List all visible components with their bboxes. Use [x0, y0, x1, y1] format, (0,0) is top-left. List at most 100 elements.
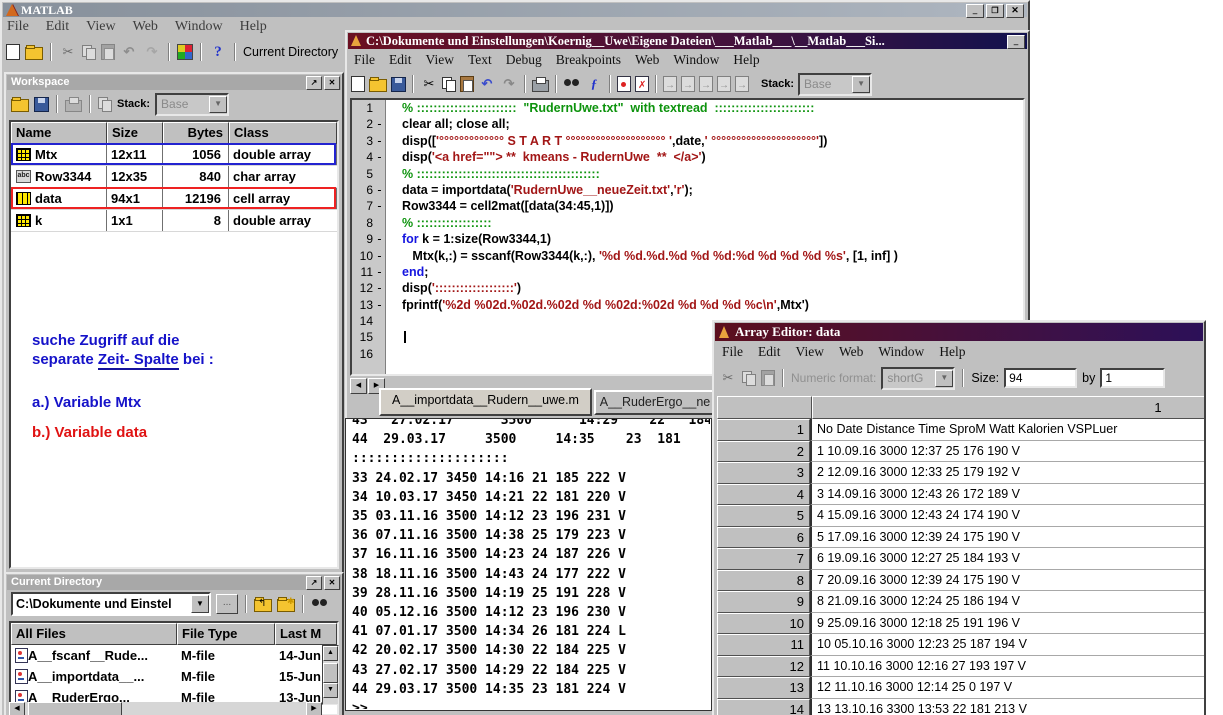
step-out-icon[interactable]: [699, 76, 713, 92]
workspace-row[interactable]: Mtx12x111056double array: [11, 144, 337, 166]
save-workspace-icon[interactable]: [34, 97, 49, 112]
command-window[interactable]: 43 27.02.17 3500 14:29 22 18444 29.03.17…: [345, 418, 712, 711]
row-header[interactable]: 3: [717, 462, 810, 484]
row-header[interactable]: 7: [717, 548, 810, 570]
column-header-name[interactable]: Name: [11, 122, 107, 144]
file-row[interactable]: A__fscanf__Rude...M-file14-Jun: [11, 645, 337, 666]
editor-tab-inactive[interactable]: A__RuderErgo__ne: [594, 390, 716, 415]
menu-breakpoints[interactable]: Breakpoints: [556, 52, 621, 68]
undo-icon[interactable]: [478, 76, 496, 92]
clear-breakpoints-icon[interactable]: [635, 76, 649, 92]
row-header[interactable]: 8: [717, 570, 810, 592]
menu-help[interactable]: Help: [733, 52, 759, 68]
menu-window[interactable]: Window: [673, 52, 719, 68]
paste-icon[interactable]: [761, 370, 775, 386]
cut-icon[interactable]: [719, 370, 737, 386]
close-button[interactable]: [1006, 4, 1024, 18]
column-header-all-files[interactable]: All Files: [11, 623, 177, 645]
cell-value[interactable]: 6 19.09.16 3000 12:27 25 184 193 V: [810, 548, 1204, 570]
chevron-down-icon[interactable]: ▼: [209, 96, 227, 113]
column-header-last-modified[interactable]: Last M: [275, 623, 337, 645]
load-workspace-icon[interactable]: [11, 99, 29, 112]
scroll-left-icon[interactable]: ◀: [9, 702, 25, 715]
menu-window[interactable]: Window: [878, 344, 924, 360]
copy-icon[interactable]: [442, 77, 456, 91]
exit-debug-icon[interactable]: [735, 76, 749, 92]
scrollbar-thumb[interactable]: [28, 702, 122, 715]
cell-value[interactable]: 2 12.09.16 3000 12:33 25 179 192 V: [810, 462, 1204, 484]
array-editor-title-bar[interactable]: Array Editor: data: [715, 323, 1203, 341]
chevron-down-icon[interactable]: ▼: [191, 595, 209, 613]
row-header[interactable]: 5: [717, 505, 810, 527]
menu-debug[interactable]: Debug: [506, 52, 542, 68]
editor-title-bar[interactable]: C:\Dokumente und Einstellungen\Koernig__…: [348, 33, 1027, 49]
menu-web[interactable]: Web: [839, 344, 863, 360]
code-line[interactable]: 7-Row3344 = cell2mat([data(34:45,1)]): [352, 198, 1023, 214]
code-line[interactable]: 8% ::::::::::::::::::: [352, 215, 1023, 231]
cell-value[interactable]: 7 20.09.16 3000 12:39 24 175 190 V: [810, 570, 1204, 592]
set-breakpoint-icon[interactable]: [617, 76, 631, 92]
menu-edit[interactable]: Edit: [46, 19, 69, 35]
undock-icon[interactable]: [306, 76, 322, 90]
open-file-icon[interactable]: [369, 79, 387, 92]
new-folder-icon[interactable]: [277, 599, 295, 612]
menu-window[interactable]: Window: [175, 19, 223, 35]
code-line[interactable]: 9-for k = 1:size(Row3344,1): [352, 231, 1023, 247]
cell-value[interactable]: 10 05.10.16 3000 12:23 25 187 194 V: [810, 634, 1204, 656]
column-header-bytes[interactable]: Bytes: [163, 122, 229, 144]
file-row[interactable]: A__importdata__...M-file15-Jun: [11, 666, 337, 687]
restore-button[interactable]: [986, 4, 1004, 18]
stack-combobox[interactable]: Base ▼: [155, 93, 229, 116]
menu-file[interactable]: File: [354, 52, 375, 68]
cell-value[interactable]: 8 21.09.16 3000 12:24 25 186 194 V: [810, 591, 1204, 613]
minimize-button[interactable]: [1007, 35, 1025, 49]
cell-value[interactable]: 3 14.09.16 3000 12:43 26 172 189 V: [810, 484, 1204, 506]
cell-value[interactable]: 9 25.09.16 3000 12:18 25 191 196 V: [810, 613, 1204, 635]
step-in-icon[interactable]: [681, 76, 695, 92]
find-files-icon[interactable]: [311, 596, 329, 612]
chevron-down-icon[interactable]: ▼: [852, 76, 870, 93]
menu-help[interactable]: Help: [939, 344, 965, 360]
column-header-size[interactable]: Size: [107, 122, 163, 144]
code-line[interactable]: 3-disp(['°°°°°°°°°°°°° S T A R T °°°°°°°…: [352, 133, 1023, 149]
cut-icon[interactable]: [420, 76, 438, 92]
menu-file[interactable]: File: [7, 19, 29, 35]
print-icon[interactable]: [532, 80, 549, 92]
workspace-row[interactable]: k1x18double array: [11, 210, 337, 232]
step-icon[interactable]: [663, 76, 677, 92]
scroll-left-icon[interactable]: ◀: [350, 378, 367, 394]
code-line[interactable]: 2-clear all; close all;: [352, 116, 1023, 132]
workspace-row[interactable]: Row334412x35840char array: [11, 166, 337, 188]
function-browser-icon[interactable]: [585, 76, 603, 92]
code-line[interactable]: 1% :::::::::::::::::::::::: "RudernUwe.t…: [352, 100, 1023, 116]
row-header[interactable]: 9: [717, 591, 810, 613]
code-line[interactable]: 4-disp('<a href=""> ** kmeans - RudernUw…: [352, 149, 1023, 165]
menu-edit[interactable]: Edit: [389, 52, 412, 68]
help-icon[interactable]: [209, 44, 227, 60]
delete-variable-icon[interactable]: [98, 97, 112, 111]
main-title-bar[interactable]: MATLAB: [3, 3, 1027, 17]
menu-view[interactable]: View: [426, 52, 454, 68]
numeric-format-combobox[interactable]: shortG ▼: [881, 367, 955, 390]
cell-value[interactable]: 12 11.10.16 3000 12:14 25 0 197 V: [810, 677, 1204, 699]
new-file-icon[interactable]: [6, 44, 20, 60]
column-header-1[interactable]: 1: [812, 396, 1204, 419]
menu-view[interactable]: View: [796, 344, 824, 360]
menu-file[interactable]: File: [722, 344, 743, 360]
current-directory-title-bar[interactable]: Current Directory: [7, 575, 341, 590]
code-line[interactable]: 5% :::::::::::::::::::::::::::::::::::::…: [352, 166, 1023, 182]
size-rows-field[interactable]: [1004, 368, 1077, 388]
scroll-down-icon[interactable]: ▼: [323, 683, 338, 698]
code-line[interactable]: 13-fprintf('%2d %02d.%02d.%02d %d %02d:%…: [352, 297, 1023, 313]
row-header[interactable]: 13: [717, 677, 810, 699]
close-icon[interactable]: [324, 76, 340, 90]
horizontal-scrollbar[interactable]: ◀ ▶: [9, 702, 322, 715]
cell-value[interactable]: 1 10.09.16 3000 12:37 25 176 190 V: [810, 441, 1204, 463]
menu-web[interactable]: Web: [635, 52, 659, 68]
menu-help[interactable]: Help: [240, 19, 267, 35]
print-icon[interactable]: [65, 100, 82, 112]
menu-web[interactable]: Web: [133, 19, 158, 35]
code-line[interactable]: 12-disp(':::::::::::::::::::'): [352, 280, 1023, 296]
new-file-icon[interactable]: [351, 76, 365, 92]
row-header[interactable]: 6: [717, 527, 810, 549]
